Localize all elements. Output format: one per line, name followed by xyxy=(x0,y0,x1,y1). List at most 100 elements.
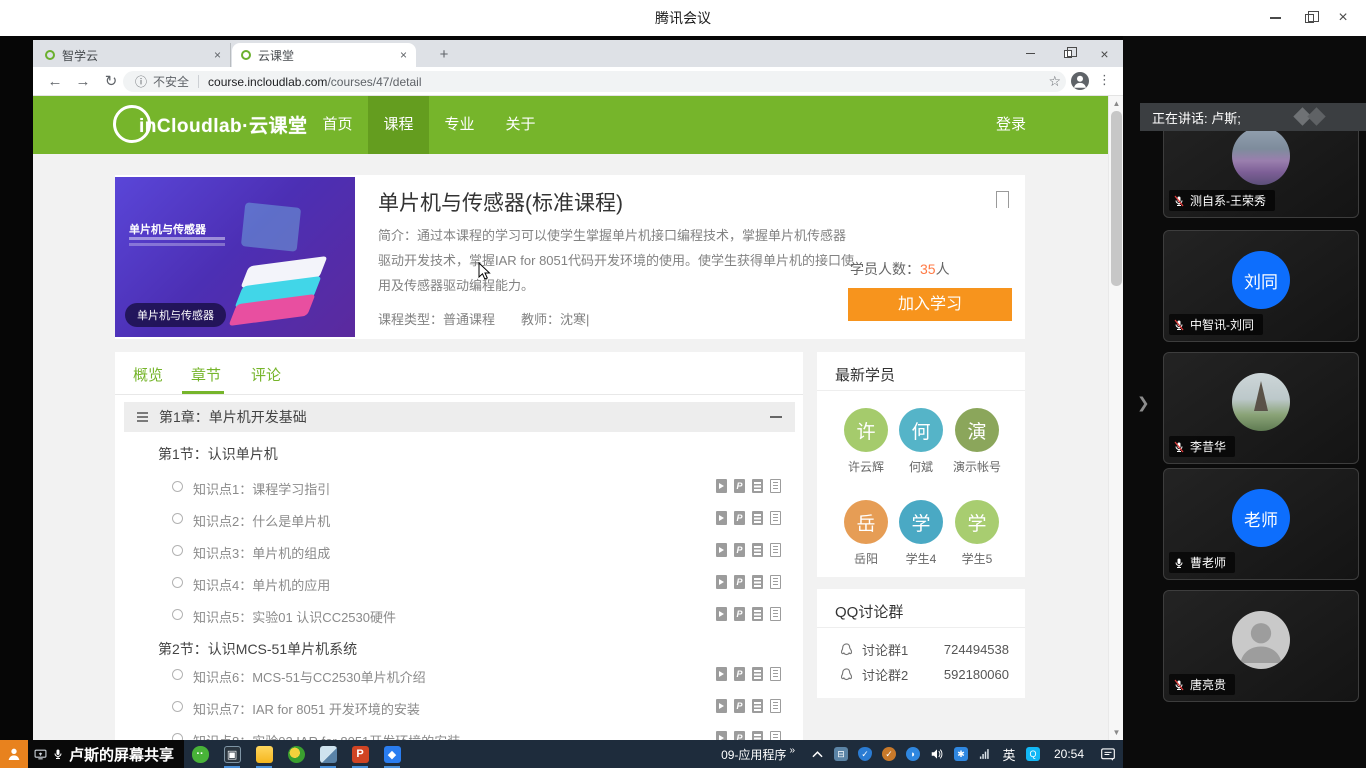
ppt-file-icon[interactable] xyxy=(734,575,745,589)
close-icon[interactable]: × xyxy=(1326,0,1360,36)
new-tab-button[interactable]: + xyxy=(431,43,457,67)
taskbar-wechat-icon[interactable]: ·· xyxy=(184,740,216,768)
ppt-file-icon[interactable] xyxy=(734,699,745,713)
tab-overview[interactable]: 概览 xyxy=(133,364,163,385)
tab-chapters[interactable]: 章节 xyxy=(191,364,221,385)
apps-toolbar-label[interactable]: 09-应用程序 xyxy=(721,746,786,763)
lesson-item[interactable]: 知识点2：什么是单片机 xyxy=(115,508,803,530)
taskbar-file-explorer-icon[interactable] xyxy=(248,740,280,768)
back-icon[interactable]: ← xyxy=(41,67,69,95)
video-tile[interactable]: 刘同 中智讯-刘同 xyxy=(1163,230,1359,342)
lesson-item[interactable]: 知识点8：实验02 IAR for 8051开发环境的安装 xyxy=(115,728,803,740)
chapter-header[interactable]: 第1章：单片机开发基础 xyxy=(124,402,795,432)
scroll-up-icon[interactable]: ▲ xyxy=(1109,99,1123,108)
student-item[interactable]: 学 学生5 xyxy=(949,500,1005,567)
site-logo[interactable]: inCloudlab·云课堂 xyxy=(113,105,307,143)
hidden-icons-chevron-icon[interactable] xyxy=(805,740,829,768)
avatar[interactable]: 学 xyxy=(955,500,999,544)
browser-tab-zhixueyun[interactable]: 智学云 × xyxy=(36,43,231,67)
taskbar-powerpoint-icon[interactable]: P xyxy=(344,740,376,768)
taskbar-music-icon[interactable] xyxy=(280,740,312,768)
tab-close-icon[interactable]: × xyxy=(400,48,407,62)
network-signal-icon[interactable] xyxy=(973,740,997,768)
video-file-icon[interactable] xyxy=(716,575,727,589)
video-file-icon[interactable] xyxy=(716,479,727,493)
ppt-file-icon[interactable] xyxy=(734,543,745,557)
student-item[interactable]: 何 何斌 xyxy=(893,408,949,475)
page-scrollbar[interactable]: ▲ ▼ xyxy=(1108,96,1123,740)
scrollbar-thumb[interactable] xyxy=(1111,111,1122,286)
doc-file-icon[interactable] xyxy=(752,667,763,681)
notification-center-icon[interactable] xyxy=(1093,740,1123,768)
tab-comments[interactable]: 评论 xyxy=(251,364,281,385)
student-item[interactable]: 演 演示帐号 xyxy=(949,408,1005,475)
snowflake-tool-tray-icon[interactable]: ✱ xyxy=(949,740,973,768)
doc-file-icon[interactable] xyxy=(752,607,763,621)
usb-tray-icon[interactable]: ⊟ xyxy=(829,740,853,768)
taskbar-photos-icon[interactable] xyxy=(312,740,344,768)
notes-file-icon[interactable] xyxy=(770,543,781,557)
taskbar-tencent-meeting-icon[interactable]: ◆ xyxy=(376,740,408,768)
clock[interactable]: 20:54 xyxy=(1045,740,1093,768)
doc-file-icon[interactable] xyxy=(752,543,763,557)
ppt-file-icon[interactable] xyxy=(734,511,745,525)
minimize-icon[interactable] xyxy=(1012,40,1049,67)
student-item[interactable]: 岳 岳阳 xyxy=(838,500,894,567)
qq-tray-icon[interactable]: Q xyxy=(1021,740,1045,768)
collapse-minus-icon[interactable] xyxy=(770,416,782,418)
lesson-item[interactable]: 知识点5：实验01 认识CC2530硬件 xyxy=(115,604,803,626)
nav-item-about[interactable]: 关于 xyxy=(490,96,551,154)
restore-icon[interactable] xyxy=(1049,40,1086,67)
video-tile[interactable]: 唐亮贵 xyxy=(1163,590,1359,702)
notes-file-icon[interactable] xyxy=(770,607,781,621)
bookmark-star-icon[interactable]: ☆ xyxy=(1048,73,1061,90)
browser-tray-icon[interactable]: ◗ xyxy=(901,740,925,768)
notes-file-icon[interactable] xyxy=(770,511,781,525)
share-screen-icon[interactable] xyxy=(34,748,47,761)
volume-icon[interactable] xyxy=(925,740,949,768)
ime-language-icon[interactable]: 英 xyxy=(997,740,1021,768)
video-tile[interactable]: 李昔华 xyxy=(1163,352,1359,464)
notes-file-icon[interactable] xyxy=(770,699,781,713)
video-file-icon[interactable] xyxy=(716,667,727,681)
video-file-icon[interactable] xyxy=(716,511,727,525)
avatar[interactable]: 何 xyxy=(899,408,943,452)
minimize-icon[interactable] xyxy=(1258,0,1292,36)
sidebar-collapse-icon[interactable]: ❯ xyxy=(1137,394,1150,412)
lesson-item[interactable]: 知识点3：单片机的组成 xyxy=(115,540,803,562)
safety-check-tray-icon[interactable]: ✓ xyxy=(877,740,901,768)
video-file-icon[interactable] xyxy=(716,607,727,621)
lesson-item[interactable]: 知识点1：课程学习指引 xyxy=(115,476,803,498)
student-item[interactable]: 学 学生4 xyxy=(893,500,949,567)
restore-icon[interactable] xyxy=(1292,0,1326,36)
avatar[interactable]: 许 xyxy=(844,408,888,452)
scroll-down-icon[interactable]: ▼ xyxy=(1109,728,1123,737)
video-file-icon[interactable] xyxy=(716,731,727,740)
nav-item-home[interactable]: 首页 xyxy=(307,96,368,154)
video-file-icon[interactable] xyxy=(716,699,727,713)
notes-file-icon[interactable] xyxy=(770,479,781,493)
avatar[interactable]: 学 xyxy=(899,500,943,544)
ppt-file-icon[interactable] xyxy=(734,731,745,740)
notes-file-icon[interactable] xyxy=(770,667,781,681)
student-item[interactable]: 许 许云辉 xyxy=(838,408,894,475)
tab-close-icon[interactable]: × xyxy=(214,48,221,62)
browser-tab-yunketang[interactable]: 云课堂 × xyxy=(232,43,416,67)
doc-file-icon[interactable] xyxy=(752,575,763,589)
doc-file-icon[interactable] xyxy=(752,511,763,525)
security-shield-tray-icon[interactable]: ✓ xyxy=(853,740,877,768)
notes-file-icon[interactable] xyxy=(770,575,781,589)
address-bar[interactable]: ⓘ 不安全 course.incloudlab.com /courses/47/… xyxy=(123,71,1066,92)
ppt-file-icon[interactable] xyxy=(734,479,745,493)
mic-icon[interactable] xyxy=(52,748,64,760)
nav-item-courses[interactable]: 课程 xyxy=(368,96,429,154)
notes-file-icon[interactable] xyxy=(770,731,781,740)
page-info-icon[interactable]: ⓘ xyxy=(135,73,147,90)
join-course-button[interactable]: 加入学习 xyxy=(848,288,1012,321)
lesson-item[interactable]: 知识点6：MCS-51与CC2530单片机介绍 xyxy=(115,664,803,686)
video-tile[interactable]: 老师 曹老师 xyxy=(1163,468,1359,580)
taskbar-app-window-icon[interactable]: ▣ xyxy=(216,740,248,768)
video-file-icon[interactable] xyxy=(716,543,727,557)
forward-icon[interactable]: → xyxy=(69,67,97,95)
login-link[interactable]: 登录 xyxy=(996,96,1026,154)
